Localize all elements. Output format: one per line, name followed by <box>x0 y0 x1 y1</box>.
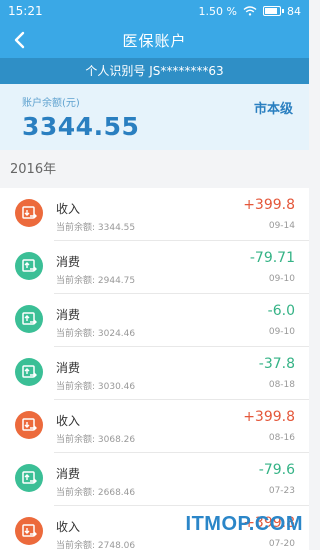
tx-balance: 当前余额: 2748.06 <box>56 541 136 550</box>
chevron-left-icon <box>14 31 25 49</box>
tx-balance: 当前余额: 3024.46 <box>56 329 136 339</box>
page-title: 医保账户 <box>122 31 187 50</box>
tx-date: 08-16 <box>268 433 295 443</box>
battery-level: 84 <box>287 4 301 18</box>
list-item[interactable]: 收入 当前余额: 3068.26 +399.8 08-16 <box>0 400 309 453</box>
expense-icon <box>15 464 43 492</box>
balance-value: 3344.55 <box>22 112 140 141</box>
tx-date: 09-10 <box>268 274 295 284</box>
tx-type: 收入 <box>56 202 81 216</box>
tx-date: 07-20 <box>268 539 295 549</box>
personal-id-bar: 个人识别号 JS********63 <box>0 58 309 84</box>
status-indicators: 1.50 % 84 <box>199 5 301 18</box>
tx-balance: 当前余额: 2668.46 <box>56 488 136 498</box>
tx-type: 消费 <box>56 467 81 481</box>
tx-amount: +399.8 <box>243 409 295 425</box>
tx-date: 09-10 <box>268 327 295 337</box>
list-item[interactable]: 消费 当前余额: 2668.46 -79.6 07-23 <box>0 453 309 506</box>
tx-type: 收入 <box>56 520 81 534</box>
tx-type: 消费 <box>56 255 81 269</box>
transaction-list: 收入 当前余额: 3344.55 +399.8 09-14 消费 当前余额: 2… <box>0 188 309 550</box>
tx-amount: -6.0 <box>267 303 295 319</box>
year-header: 2016年 <box>10 162 57 177</box>
battery-icon <box>263 6 284 16</box>
account-level: 市本级 <box>253 102 293 117</box>
income-icon <box>15 411 43 439</box>
tx-type: 消费 <box>56 308 81 322</box>
nav-bar: 医保账户 <box>0 22 309 58</box>
balance-panel: 账户余额(元) 3344.55 市本级 <box>0 84 309 150</box>
income-icon <box>15 517 43 545</box>
list-item[interactable]: 消费 当前余额: 3030.46 -37.8 08-18 <box>0 347 309 400</box>
expense-icon <box>15 358 43 386</box>
tx-balance: 当前余额: 2944.75 <box>56 276 136 286</box>
data-speed: 1.50 % <box>198 4 237 18</box>
status-bar: 15:21 1.50 % 84 <box>0 0 309 22</box>
tx-date: 07-23 <box>268 486 295 496</box>
tx-type: 收入 <box>56 414 81 428</box>
list-item[interactable]: 消费 当前余额: 3024.46 -6.0 09-10 <box>0 294 309 347</box>
back-button[interactable] <box>8 28 32 52</box>
watermark: ITMOP.COM <box>185 513 303 535</box>
expense-icon <box>15 252 43 280</box>
expense-icon <box>15 305 43 333</box>
tx-balance: 当前余额: 3068.26 <box>56 435 136 445</box>
income-icon <box>15 199 43 227</box>
tx-date: 09-14 <box>268 221 295 231</box>
tx-balance: 当前余额: 3344.55 <box>56 223 136 233</box>
wifi-icon <box>243 6 257 16</box>
tx-balance: 当前余额: 3030.46 <box>56 382 136 392</box>
tx-amount: -37.8 <box>258 356 295 372</box>
balance-label: 账户余额(元) <box>22 98 80 109</box>
tx-amount: -79.6 <box>258 462 295 478</box>
list-item[interactable]: 收入 当前余额: 3344.55 +399.8 09-14 <box>0 188 309 241</box>
status-time: 15:21 <box>8 4 43 18</box>
tx-type: 消费 <box>56 361 81 375</box>
tx-date: 08-18 <box>268 380 295 390</box>
list-item[interactable]: 消费 当前余额: 2944.75 -79.71 09-10 <box>0 241 309 294</box>
tx-amount: +399.8 <box>243 197 295 213</box>
tx-amount: -79.71 <box>249 250 295 266</box>
